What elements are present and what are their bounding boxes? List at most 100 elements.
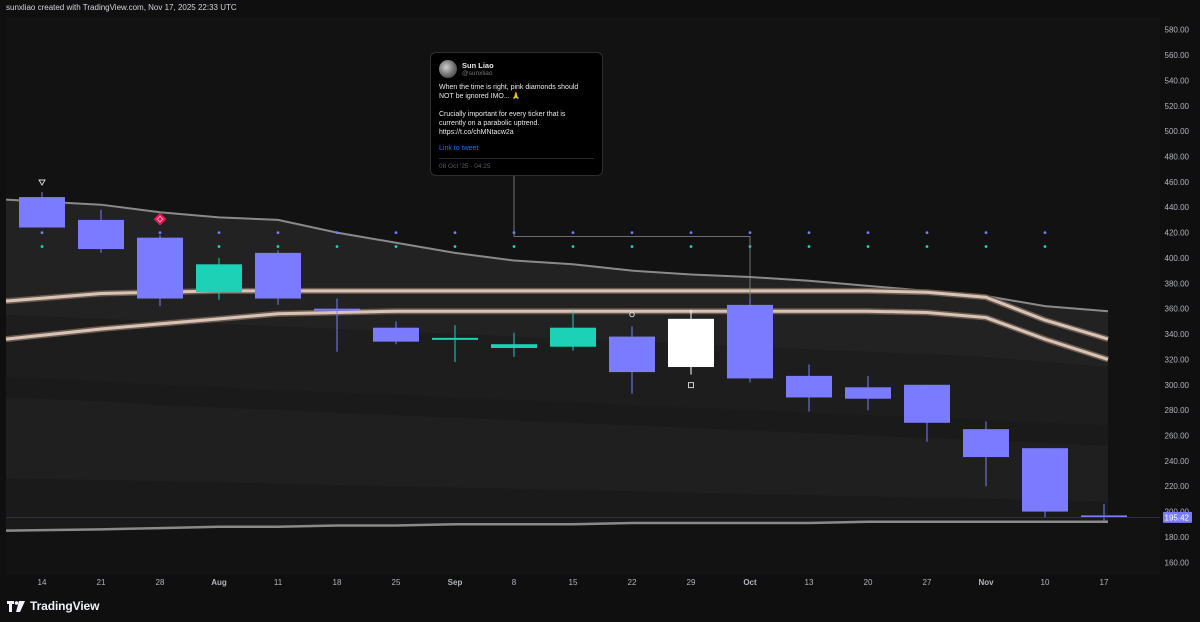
x-tick-label: 21 [97, 578, 106, 587]
candle-body[interactable] [904, 384, 950, 423]
y-tick-label: 380.00 [1165, 279, 1190, 288]
signal-dot-blue [394, 231, 398, 234]
signal-dot-blue [630, 231, 634, 234]
tradingview-logo[interactable]: TradingView [7, 599, 99, 613]
candle-body[interactable] [786, 375, 832, 398]
y-tick-label: 320.00 [1165, 355, 1190, 364]
x-tick-label: 13 [805, 578, 814, 587]
candle-body[interactable] [78, 219, 124, 250]
signal-dot-blue [866, 231, 870, 234]
candle-body[interactable] [137, 237, 183, 299]
x-tick-label: 28 [156, 578, 165, 587]
signal-dot-blue [158, 231, 162, 234]
tweet-text-line2: Crucially important for every ticker tha… [439, 111, 566, 136]
x-tick-label: 15 [569, 578, 578, 587]
y-tick-label: 220.00 [1165, 482, 1190, 491]
x-tick-label: Sep [448, 578, 463, 587]
candle-body[interactable] [314, 308, 360, 311]
signal-dot-teal [571, 245, 575, 248]
signal-dot-blue [689, 231, 693, 234]
signal-dot-blue [453, 231, 457, 234]
candle-body[interactable] [963, 429, 1009, 458]
signal-dot-teal [866, 245, 870, 248]
signal-dot-teal [453, 245, 457, 248]
signal-dot-blue [571, 231, 575, 234]
avatar [439, 60, 457, 78]
y-tick-label: 540.00 [1165, 76, 1190, 85]
signal-dot-teal [335, 245, 339, 248]
signal-dot-blue [925, 231, 929, 234]
y-tick-label: 360.00 [1165, 305, 1190, 314]
x-tick-label: 25 [392, 578, 401, 587]
tweet-author-handle: @sunxliao [462, 69, 493, 77]
y-tick-label: 460.00 [1165, 178, 1190, 187]
y-tick-label: 420.00 [1165, 229, 1190, 238]
tweet-date: 08 Oct '25 · 04:25 [439, 163, 491, 170]
x-tick-label: 27 [923, 578, 932, 587]
x-tick-label: Oct [743, 578, 757, 587]
signal-dot-blue [335, 231, 339, 234]
y-tick-label: 400.00 [1165, 254, 1190, 263]
candle-body[interactable] [727, 304, 773, 379]
signal-dot-teal [394, 245, 398, 248]
signal-dot-teal [630, 245, 634, 248]
y-tick-label: 280.00 [1165, 406, 1190, 415]
signal-dot-teal [40, 245, 44, 248]
y-tick-label: 260.00 [1165, 432, 1190, 441]
candle-body[interactable] [255, 252, 301, 299]
candle-body[interactable] [550, 327, 596, 347]
x-tick-label: 18 [333, 578, 342, 587]
tradingview-logo-text: TradingView [30, 599, 100, 613]
signal-dot-teal [276, 245, 280, 248]
x-tick-label: 17 [1100, 578, 1109, 587]
signal-dot-blue [276, 231, 280, 234]
signal-dot-blue [984, 231, 988, 234]
tweet-header: Sun Liao @sunxliao [439, 60, 594, 78]
x-tick-label: 10 [1041, 578, 1050, 587]
signal-dot-blue [1043, 231, 1047, 234]
y-tick-label: 560.00 [1165, 51, 1190, 60]
signal-dot-teal [217, 245, 221, 248]
y-tick-label: 240.00 [1165, 457, 1190, 466]
tweet-card[interactable]: Sun Liao @sunxliao When the time is righ… [430, 52, 603, 176]
signal-dot-teal [689, 245, 693, 248]
candle-body[interactable] [373, 327, 419, 342]
tweet-divider [439, 158, 594, 159]
x-tick-label: 8 [512, 578, 517, 587]
candle-body[interactable] [196, 264, 242, 293]
y-tick-label: 340.00 [1165, 330, 1190, 339]
y-tick-label: 500.00 [1165, 127, 1190, 136]
x-tick-label: 29 [687, 578, 696, 587]
footer [0, 590, 1200, 622]
candle-body[interactable] [19, 197, 65, 228]
candle-body[interactable] [845, 387, 891, 399]
tradingview-logo-icon [7, 600, 25, 612]
candle-body[interactable] [609, 336, 655, 373]
y-tick-label: 520.00 [1165, 102, 1190, 111]
signal-dot-blue [807, 231, 811, 234]
tweet-text-line1: When the time is right, pink diamonds sh… [439, 84, 579, 100]
signal-dot-teal [512, 245, 516, 248]
candle-body[interactable] [491, 344, 537, 348]
candle-body[interactable] [1022, 448, 1068, 512]
y-tick-label: 580.00 [1165, 26, 1190, 35]
y-tick-label: 300.00 [1165, 381, 1190, 390]
x-tick-label: 11 [274, 578, 283, 587]
last-price-label: 195.42 [1165, 513, 1190, 522]
tweet-author-name: Sun Liao [462, 60, 494, 70]
y-tick-label: 480.00 [1165, 153, 1190, 162]
y-tick-label: 160.00 [1165, 558, 1190, 567]
signal-dot-teal [807, 245, 811, 248]
x-tick-label: 22 [628, 578, 637, 587]
y-tick-label: 180.00 [1165, 533, 1190, 542]
y-tick-label: 440.00 [1165, 203, 1190, 212]
candle-body[interactable] [668, 318, 714, 368]
x-tick-label: Aug [211, 578, 227, 587]
signal-dot-blue [217, 231, 221, 234]
signal-dot-blue [748, 231, 752, 234]
x-tick-label: 14 [38, 578, 47, 587]
x-tick-label: Nov [978, 578, 994, 587]
tweet-link[interactable]: Link to tweet [439, 144, 594, 153]
signal-dot-blue [40, 231, 44, 234]
candle-body[interactable] [432, 337, 478, 340]
